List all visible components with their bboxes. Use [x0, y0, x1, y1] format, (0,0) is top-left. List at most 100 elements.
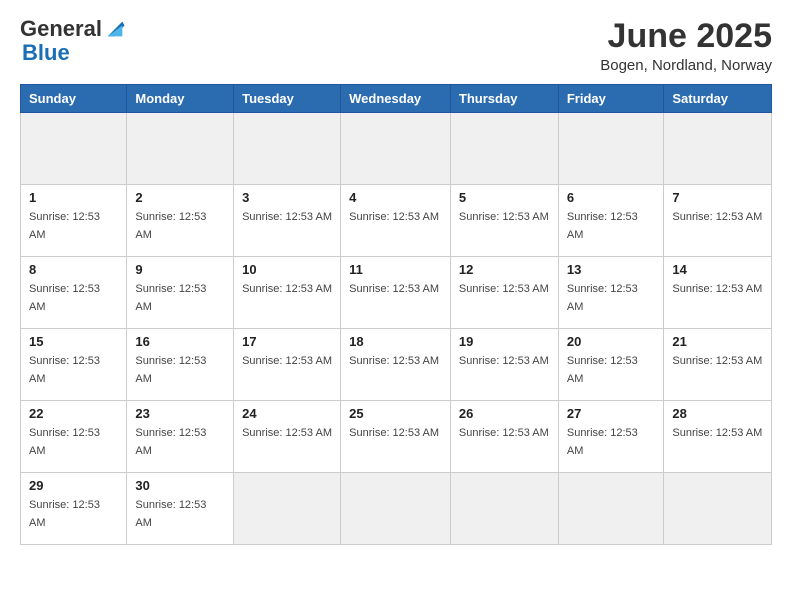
- sunrise-text: Sunrise: 12:53 AM: [349, 283, 439, 295]
- table-row: 22 Sunrise: 12:53 AM: [21, 401, 127, 473]
- sunrise-text: Sunrise: 12:53 AM: [242, 427, 332, 439]
- sunrise-text: Sunrise: 12:53 AM: [567, 427, 638, 457]
- day-number: 10: [242, 262, 332, 277]
- day-number: 20: [567, 334, 656, 349]
- header: General Blue June 2025 Bogen, Nordland, …: [20, 18, 772, 74]
- table-row: 23 Sunrise: 12:53 AM: [127, 401, 234, 473]
- day-number: 17: [242, 334, 332, 349]
- month-year: June 2025: [600, 18, 772, 55]
- sunrise-text: Sunrise: 12:53 AM: [135, 499, 206, 529]
- table-row: 10Sunrise: 12:53 AM: [234, 257, 341, 329]
- sunrise-text: Sunrise: 12:53 AM: [29, 427, 100, 457]
- sunrise-text: Sunrise: 12:53 AM: [459, 283, 549, 295]
- sunrise-text: Sunrise: 12:53 AM: [672, 427, 762, 439]
- table-row: [664, 473, 772, 545]
- table-row: [450, 113, 558, 185]
- table-row: 29 Sunrise: 12:53 AM: [21, 473, 127, 545]
- day-number: 15: [29, 334, 118, 349]
- table-row: 25 Sunrise: 12:53 AM: [341, 401, 451, 473]
- sunrise-text: Sunrise: 12:53 AM: [29, 499, 100, 529]
- sunrise-text: Sunrise: 12:53 AM: [135, 427, 206, 457]
- col-saturday: Saturday: [664, 85, 772, 113]
- sunrise-text: Sunrise: 12:53 AM: [459, 355, 549, 367]
- table-row: 5Sunrise: 12:53 AM: [450, 185, 558, 257]
- day-number: 8: [29, 262, 118, 277]
- sunrise-text: Sunrise: 12:53 AM: [459, 427, 549, 439]
- table-row: 12 Sunrise: 12:53 AM: [450, 257, 558, 329]
- day-number: 22: [29, 406, 118, 421]
- table-row: 26 Sunrise: 12:53 AM: [450, 401, 558, 473]
- day-number: 29: [29, 478, 118, 493]
- logo-icon: [104, 18, 126, 40]
- table-row: 14 Sunrise: 12:53 AM: [664, 257, 772, 329]
- sunrise-text: Sunrise: 12:53 AM: [242, 211, 332, 223]
- day-number: 3: [242, 190, 332, 205]
- col-sunday: Sunday: [21, 85, 127, 113]
- sunrise-text: Sunrise: 12:53 AM: [567, 283, 638, 313]
- day-number: 26: [459, 406, 550, 421]
- day-number: 13: [567, 262, 656, 277]
- calendar-header-row: Sunday Monday Tuesday Wednesday Thursday…: [21, 85, 772, 113]
- logo-general: General: [20, 18, 102, 40]
- day-number: 9: [135, 262, 225, 277]
- day-number: 12: [459, 262, 550, 277]
- table-row: 1Sunrise: 12:53 AM: [21, 185, 127, 257]
- day-number: 4: [349, 190, 442, 205]
- day-number: 21: [672, 334, 763, 349]
- table-row: [341, 113, 451, 185]
- table-row: 18 Sunrise: 12:53 AM: [341, 329, 451, 401]
- day-number: 25: [349, 406, 442, 421]
- table-row: [450, 473, 558, 545]
- sunrise-text: Sunrise: 12:53 AM: [29, 211, 100, 241]
- table-row: [127, 113, 234, 185]
- table-row: 9Sunrise: 12:53 AM: [127, 257, 234, 329]
- day-number: 14: [672, 262, 763, 277]
- day-number: 16: [135, 334, 225, 349]
- day-number: 23: [135, 406, 225, 421]
- logo: General Blue: [20, 18, 126, 66]
- sunrise-text: Sunrise: 12:53 AM: [242, 355, 332, 367]
- table-row: 4 Sunrise: 12:53 AM: [341, 185, 451, 257]
- day-number: 11: [349, 262, 442, 277]
- day-number: 28: [672, 406, 763, 421]
- sunrise-text: Sunrise: 12:53 AM: [349, 211, 439, 223]
- sunrise-text: Sunrise: 12:53 AM: [459, 211, 549, 223]
- col-tuesday: Tuesday: [234, 85, 341, 113]
- table-row: 8 Sunrise: 12:53 AM: [21, 257, 127, 329]
- page: General Blue June 2025 Bogen, Nordland, …: [0, 0, 792, 612]
- sunrise-text: Sunrise: 12:53 AM: [29, 283, 100, 313]
- table-row: 19 Sunrise: 12:53 AM: [450, 329, 558, 401]
- table-row: [234, 113, 341, 185]
- sunrise-text: Sunrise: 12:53 AM: [672, 355, 762, 367]
- sunrise-text: Sunrise: 12:53 AM: [349, 355, 439, 367]
- location: Bogen, Nordland, Norway: [600, 57, 772, 74]
- table-row: [664, 113, 772, 185]
- sunrise-text: Sunrise: 12:53 AM: [567, 211, 638, 241]
- day-number: 7: [672, 190, 763, 205]
- table-row: [558, 473, 664, 545]
- sunrise-text: Sunrise: 12:53 AM: [672, 211, 762, 223]
- table-row: 28 Sunrise: 12:53 AM: [664, 401, 772, 473]
- day-number: 19: [459, 334, 550, 349]
- sunrise-text: Sunrise: 12:53 AM: [567, 355, 638, 385]
- sunrise-text: Sunrise: 12:53 AM: [672, 283, 762, 295]
- table-row: [341, 473, 451, 545]
- logo-blue: Blue: [22, 40, 70, 66]
- table-row: 24Sunrise: 12:53 AM: [234, 401, 341, 473]
- table-row: 6Sunrise: 12:53 AM: [558, 185, 664, 257]
- day-number: 18: [349, 334, 442, 349]
- table-row: 21 Sunrise: 12:53 AM: [664, 329, 772, 401]
- title-block: June 2025 Bogen, Nordland, Norway: [600, 18, 772, 74]
- table-row: 27 Sunrise: 12:53 AM: [558, 401, 664, 473]
- col-wednesday: Wednesday: [341, 85, 451, 113]
- table-row: 16Sunrise: 12:53 AM: [127, 329, 234, 401]
- col-thursday: Thursday: [450, 85, 558, 113]
- sunrise-text: Sunrise: 12:53 AM: [29, 355, 100, 385]
- table-row: [558, 113, 664, 185]
- table-row: 17 Sunrise: 12:53 AM: [234, 329, 341, 401]
- day-number: 30: [135, 478, 225, 493]
- table-row: 13 Sunrise: 12:53 AM: [558, 257, 664, 329]
- table-row: 20 Sunrise: 12:53 AM: [558, 329, 664, 401]
- sunrise-text: Sunrise: 12:53 AM: [349, 427, 439, 439]
- day-number: 27: [567, 406, 656, 421]
